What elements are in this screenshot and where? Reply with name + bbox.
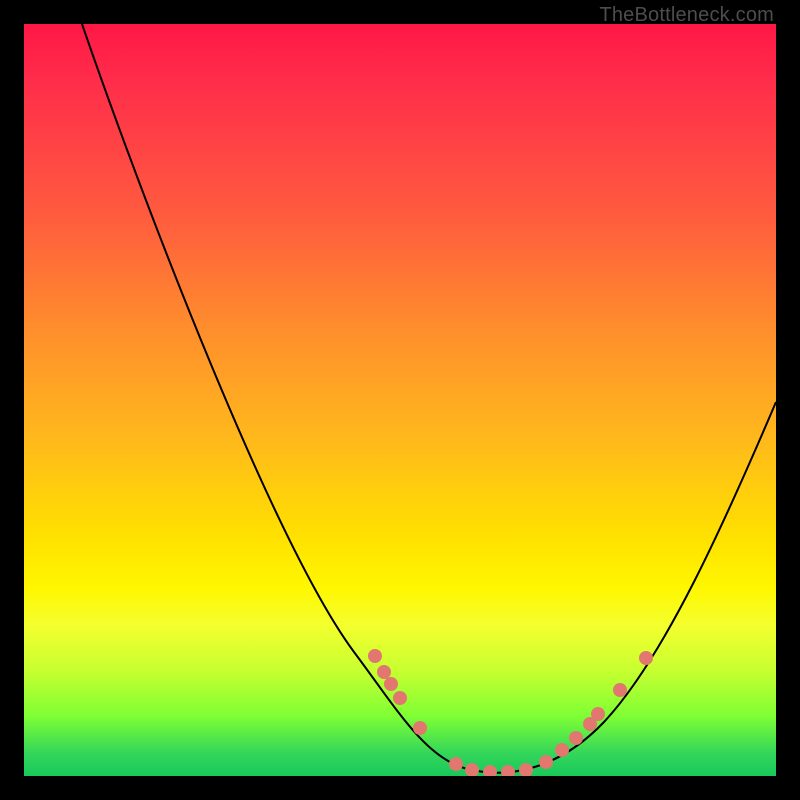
curve-marker [591,707,605,721]
curve-marker [569,731,583,745]
curve-marker [483,765,497,776]
curve-marker [539,755,553,769]
curve-marker [393,691,407,705]
marker-group [368,649,653,776]
curve-marker [639,651,653,665]
curve-marker [413,721,427,735]
curve-marker [465,763,479,776]
bottleneck-curve [82,24,776,773]
curve-marker [449,757,463,771]
curve-marker [555,743,569,757]
bottleneck-curve-svg [24,24,776,776]
curve-marker [613,683,627,697]
plot-area [24,24,776,776]
curve-marker [377,665,391,679]
curve-marker [368,649,382,663]
chart-frame: TheBottleneck.com [0,0,800,800]
curve-marker [384,677,398,691]
curve-marker [501,765,515,776]
curve-marker [519,763,533,776]
